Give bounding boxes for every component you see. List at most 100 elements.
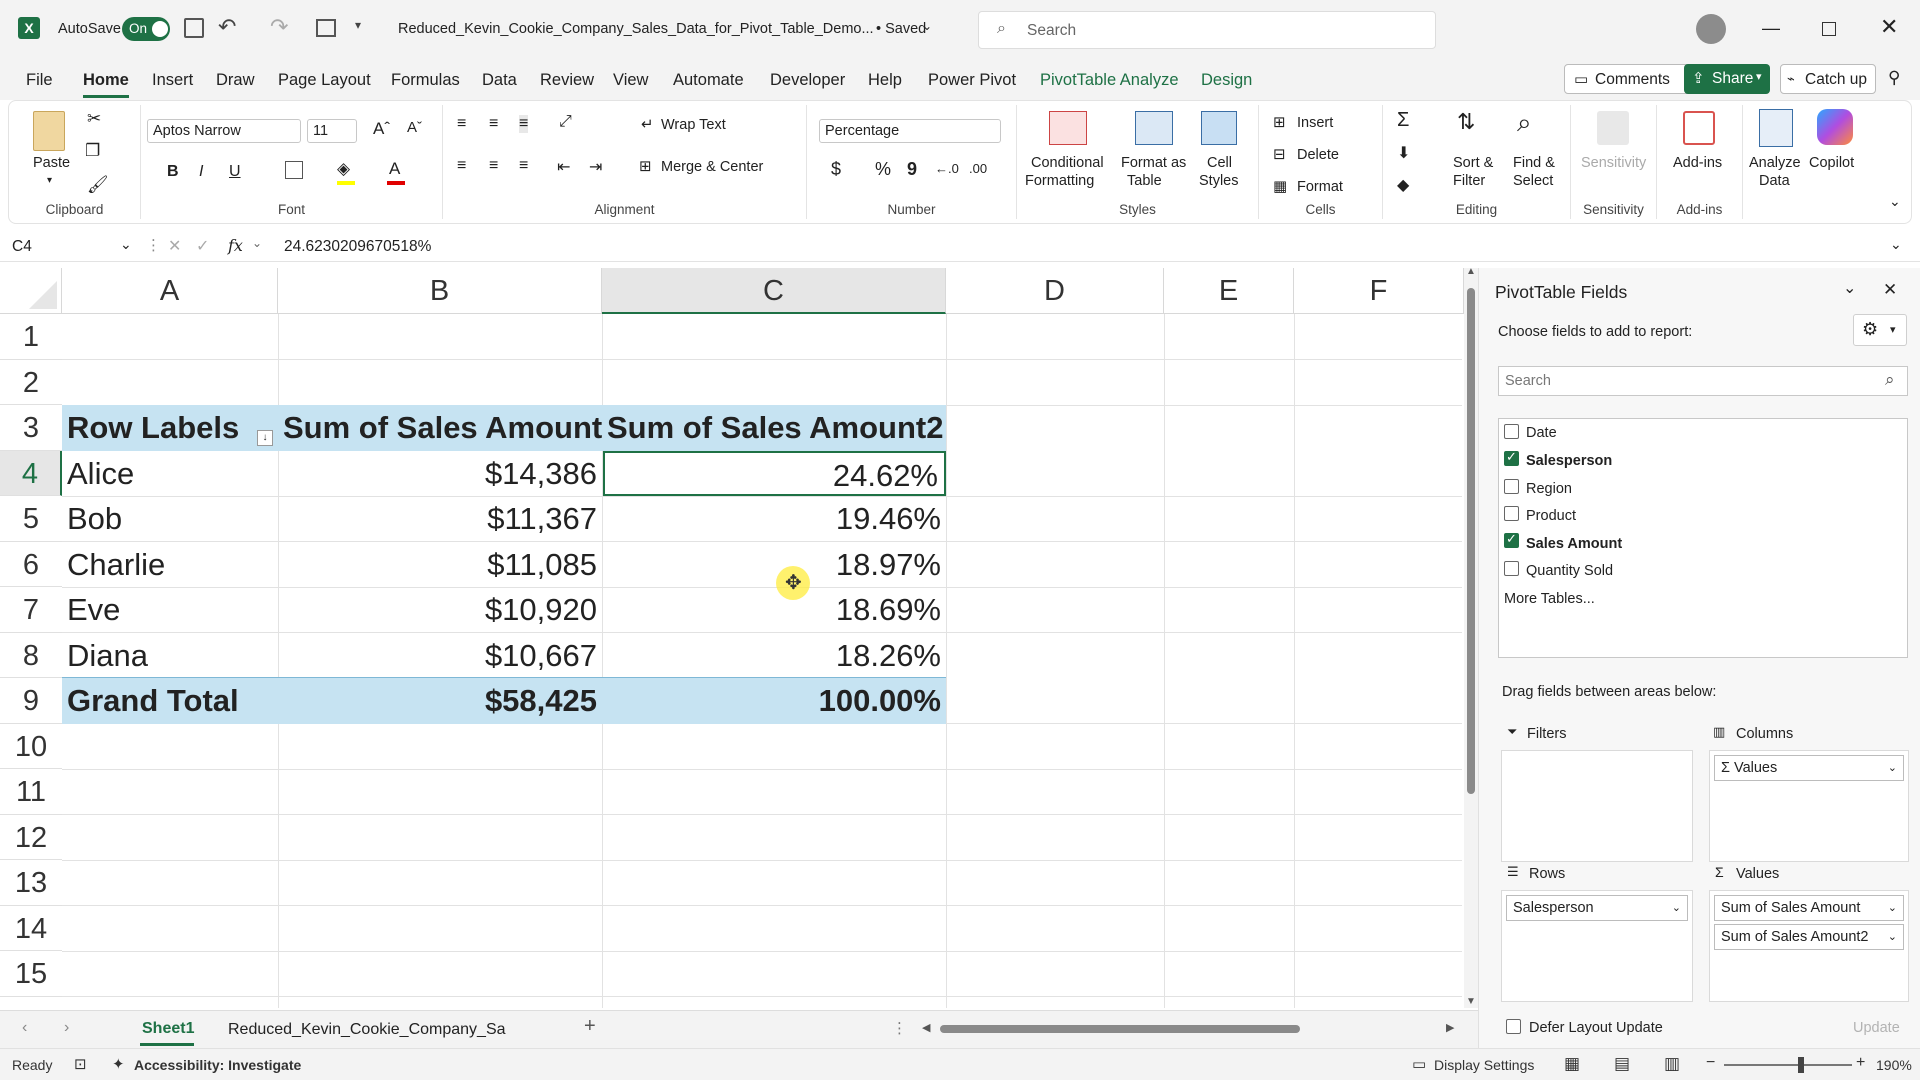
row-label-eve[interactable]: Eve — [67, 587, 267, 633]
align-left-icon[interactable]: ≡ — [457, 157, 466, 175]
columns-area[interactable]: Σ Values ⌄ — [1709, 750, 1909, 862]
field-search-input[interactable]: Search ⌕ — [1498, 366, 1908, 396]
tab-review[interactable]: Review — [540, 71, 594, 90]
sum-sales2-header[interactable]: Sum of Sales Amount2 — [607, 405, 943, 451]
search-box[interactable]: ⌕ Search — [978, 11, 1436, 49]
decrease-font-icon[interactable]: Aˇ — [407, 119, 422, 136]
grand-total-pct[interactable]: 100.00% — [607, 678, 941, 724]
cell-styles-button[interactable]: Cell — [1207, 155, 1232, 171]
row-label-diana[interactable]: Diana — [67, 633, 267, 679]
tab-design[interactable]: Design — [1201, 71, 1252, 90]
scroll-up-icon[interactable]: ▲ — [1466, 268, 1476, 277]
insert-button[interactable]: Insert — [1297, 115, 1333, 131]
conditional-formatting-button-line2[interactable]: Formatting — [1025, 173, 1094, 189]
format-as-table-icon[interactable] — [1135, 111, 1173, 145]
conditional-formatting-button[interactable]: Conditional — [1031, 155, 1104, 171]
sheet-tab-sheet1[interactable]: Sheet1 — [142, 1020, 194, 1038]
column-header-b[interactable]: B — [278, 268, 602, 314]
field-region[interactable]: Region — [1526, 481, 1572, 497]
rows-salesperson-pill[interactable]: Salesperson ⌄ — [1506, 895, 1688, 921]
autosave-toggle[interactable]: On — [122, 17, 170, 41]
share-button[interactable]: ⇪ Share ▾ — [1684, 64, 1770, 94]
row-header-12[interactable]: 12 — [0, 814, 62, 860]
row-header-13[interactable]: 13 — [0, 860, 62, 906]
conditional-formatting-icon[interactable] — [1049, 111, 1087, 145]
font-size-dropdown[interactable]: 11 — [307, 119, 357, 143]
tab-home[interactable]: Home — [83, 71, 129, 90]
tab-developer[interactable]: Developer — [770, 71, 845, 90]
accessibility-icon[interactable]: ✦ — [112, 1055, 125, 1073]
increase-font-icon[interactable]: Aˆ — [373, 119, 390, 139]
increase-indent-icon[interactable]: ⇥ — [589, 157, 602, 177]
tab-formulas[interactable]: Formulas — [391, 71, 460, 90]
update-button[interactable]: Update — [1853, 1020, 1900, 1036]
pct-charlie[interactable]: 18.97% — [607, 542, 941, 588]
clear-icon[interactable]: ◆ — [1397, 175, 1409, 195]
copy-icon[interactable]: ❐ — [85, 141, 100, 161]
analyze-data-button-line2[interactable]: Data — [1759, 173, 1790, 189]
horizontal-scroll-thumb[interactable] — [940, 1025, 1300, 1033]
collapse-ribbon-icon[interactable]: ⌄ — [1889, 193, 1901, 210]
more-tables-link[interactable]: More Tables... — [1504, 591, 1595, 607]
zoom-out-icon[interactable]: − — [1706, 1054, 1715, 1072]
values-area[interactable]: Sum of Sales Amount ⌄ Sum of Sales Amoun… — [1709, 890, 1909, 1002]
row-labels-header[interactable]: Row Labels — [67, 405, 267, 451]
percent-button[interactable]: % — [875, 159, 891, 180]
row-label-alice[interactable]: Alice — [67, 451, 267, 497]
tab-automate[interactable]: Automate — [673, 71, 744, 90]
column-header-f[interactable]: F — [1294, 268, 1464, 314]
field-date[interactable]: Date — [1526, 425, 1557, 441]
wrap-text-button[interactable]: Wrap Text — [661, 117, 726, 133]
field-sales-amount[interactable]: Sales Amount — [1526, 536, 1622, 552]
avatar[interactable] — [1696, 14, 1726, 44]
name-box[interactable]: C4 — [12, 238, 132, 256]
chevron-down-icon[interactable]: ⌄ — [1843, 278, 1856, 298]
tab-file[interactable]: File — [26, 71, 53, 90]
copilot-icon[interactable] — [1817, 109, 1853, 145]
amount-diana[interactable]: $10,667 — [283, 633, 597, 679]
underline-button[interactable]: U — [229, 163, 241, 181]
analyze-data-button[interactable]: Analyze — [1749, 155, 1801, 171]
worksheet-grid[interactable]: A B C D E F 1 2 3 4 5 6 7 8 9 10 11 12 1… — [0, 268, 1478, 1008]
tab-view[interactable]: View — [613, 71, 648, 90]
checkbox-date[interactable] — [1504, 424, 1519, 439]
restore-icon[interactable] — [1822, 22, 1836, 36]
rows-area[interactable]: Salesperson ⌄ — [1501, 890, 1693, 1002]
format-as-table-button[interactable]: Format as — [1121, 155, 1186, 171]
save-icon[interactable] — [184, 18, 204, 38]
amount-bob[interactable]: $11,367 — [283, 496, 597, 542]
undo-icon[interactable]: ↶ — [218, 14, 236, 40]
redo-icon[interactable]: ↷ — [270, 14, 288, 40]
values-sum-sales-pill[interactable]: Sum of Sales Amount ⌄ — [1714, 895, 1904, 921]
find-select-icon[interactable]: ⌕ — [1517, 107, 1532, 139]
row-header-8[interactable]: 8 — [0, 632, 62, 678]
merge-center-button[interactable]: Merge & Center — [661, 159, 763, 175]
page-break-view-icon[interactable]: ▥ — [1664, 1054, 1680, 1074]
previous-sheet-icon[interactable]: ‹ — [22, 1019, 27, 1037]
sum-sales-header[interactable]: Sum of Sales Amount — [283, 405, 603, 451]
orientation-icon[interactable]: ⤢ — [559, 113, 572, 131]
zoom-slider[interactable] — [1724, 1064, 1852, 1066]
row-header-7[interactable]: 7 — [0, 587, 62, 633]
more-icon[interactable]: ⋮ — [146, 236, 161, 254]
close-icon[interactable]: ✕ — [1880, 14, 1898, 40]
add-sheet-icon[interactable]: + — [584, 1015, 596, 1038]
find-select-button[interactable]: Find & — [1513, 155, 1555, 171]
pct-diana[interactable]: 18.26% — [607, 633, 941, 679]
vertical-scroll-thumb[interactable] — [1467, 288, 1475, 794]
tab-draw[interactable]: Draw — [216, 71, 255, 90]
tab-pivottable-analyze[interactable]: PivotTable Analyze — [1040, 71, 1179, 90]
align-right-icon[interactable]: ≡ — [519, 157, 528, 175]
column-header-d[interactable]: D — [946, 268, 1164, 314]
sensitivity-button[interactable]: Sensitivity — [1581, 155, 1646, 171]
align-top-icon[interactable]: ≡ — [457, 115, 466, 133]
more-icon[interactable]: ⋮ — [892, 1019, 907, 1037]
tab-data[interactable]: Data — [482, 71, 517, 90]
amount-eve[interactable]: $10,920 — [283, 587, 597, 633]
format-painter-icon[interactable]: 🖌 — [87, 175, 109, 195]
addins-icon[interactable] — [1683, 111, 1715, 145]
customize-toolbar-icon[interactable]: ▾ — [355, 18, 361, 32]
row-label-charlie[interactable]: Charlie — [67, 542, 267, 588]
field-product[interactable]: Product — [1526, 508, 1576, 524]
cell-styles-icon[interactable] — [1201, 111, 1237, 145]
